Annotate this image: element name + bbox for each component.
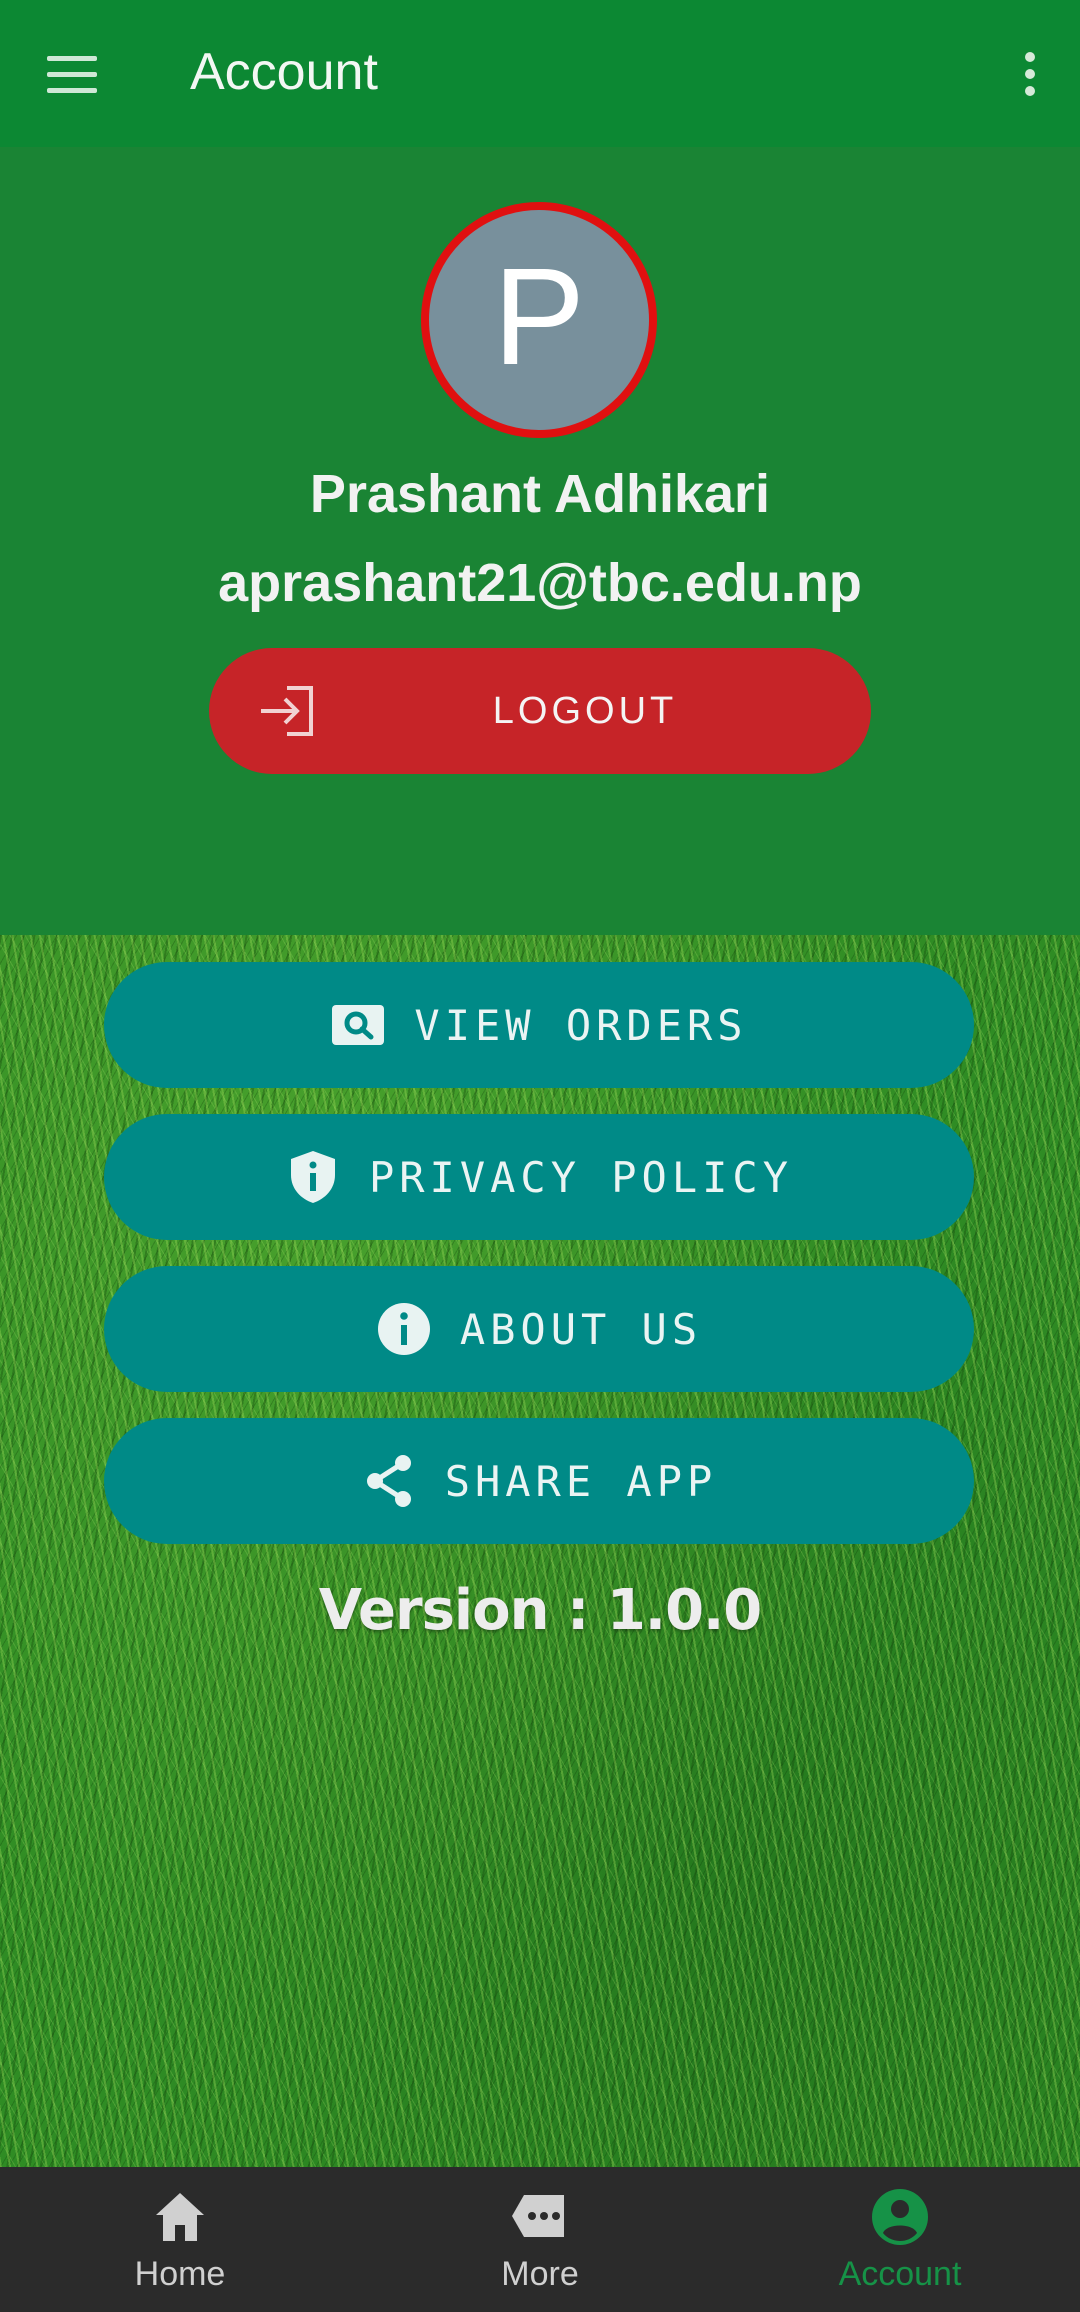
- user-name: Prashant Adhikari: [309, 464, 771, 524]
- more-vert-icon[interactable]: [1010, 46, 1050, 102]
- nav-item-home[interactable]: Home: [0, 2167, 360, 2312]
- share-app-button[interactable]: SHARE APP: [104, 1418, 974, 1544]
- app-bar: Account: [0, 0, 1080, 147]
- avatar: P: [421, 202, 657, 438]
- account-menu: VIEW ORDERS PRIVACY POLICY ABOUT US SHAR…: [104, 962, 974, 1570]
- avatar-initial: P: [492, 240, 586, 394]
- share-app-label: SHARE APP: [444, 1456, 718, 1506]
- privacy-policy-label: PRIVACY POLICY: [368, 1152, 793, 1202]
- info-icon: [377, 1303, 430, 1355]
- logout-button[interactable]: LOGOUT: [209, 648, 871, 774]
- account-circle-icon: [872, 2189, 928, 2245]
- view-orders-label: VIEW ORDERS: [414, 1000, 748, 1050]
- nav-label-account: Account: [838, 2255, 962, 2293]
- view-orders-button[interactable]: VIEW ORDERS: [104, 962, 974, 1088]
- page-title: Account: [190, 43, 378, 101]
- logout-label: LOGOUT: [492, 689, 678, 732]
- image-search-icon: [332, 1005, 385, 1045]
- privacy-policy-button[interactable]: PRIVACY POLICY: [104, 1114, 974, 1240]
- nav-item-account[interactable]: Account: [720, 2167, 1080, 2312]
- shield-info-icon: [290, 1151, 335, 1203]
- nav-item-more[interactable]: More: [360, 2167, 720, 2312]
- home-icon: [156, 2193, 204, 2241]
- profile-section: P Prashant Adhikari aprashant21@tbc.edu.…: [0, 147, 1080, 935]
- about-us-button[interactable]: ABOUT US: [104, 1266, 974, 1392]
- account-screen: Account P Prashant Adhikari aprashant21@…: [0, 0, 1080, 2312]
- version-text: Version : 1.0.0: [318, 1578, 763, 1643]
- bottom-navigation: Home More Account: [0, 2167, 1080, 2312]
- about-us-label: ABOUT US: [459, 1304, 703, 1354]
- hamburger-menu-icon[interactable]: [40, 44, 104, 104]
- nav-label-home: Home: [134, 2255, 226, 2293]
- chat-bubble-icon: [512, 2195, 564, 2237]
- nav-label-more: More: [501, 2255, 579, 2293]
- user-email: aprashant21@tbc.edu.np: [218, 553, 862, 613]
- share-icon: [366, 1455, 411, 1507]
